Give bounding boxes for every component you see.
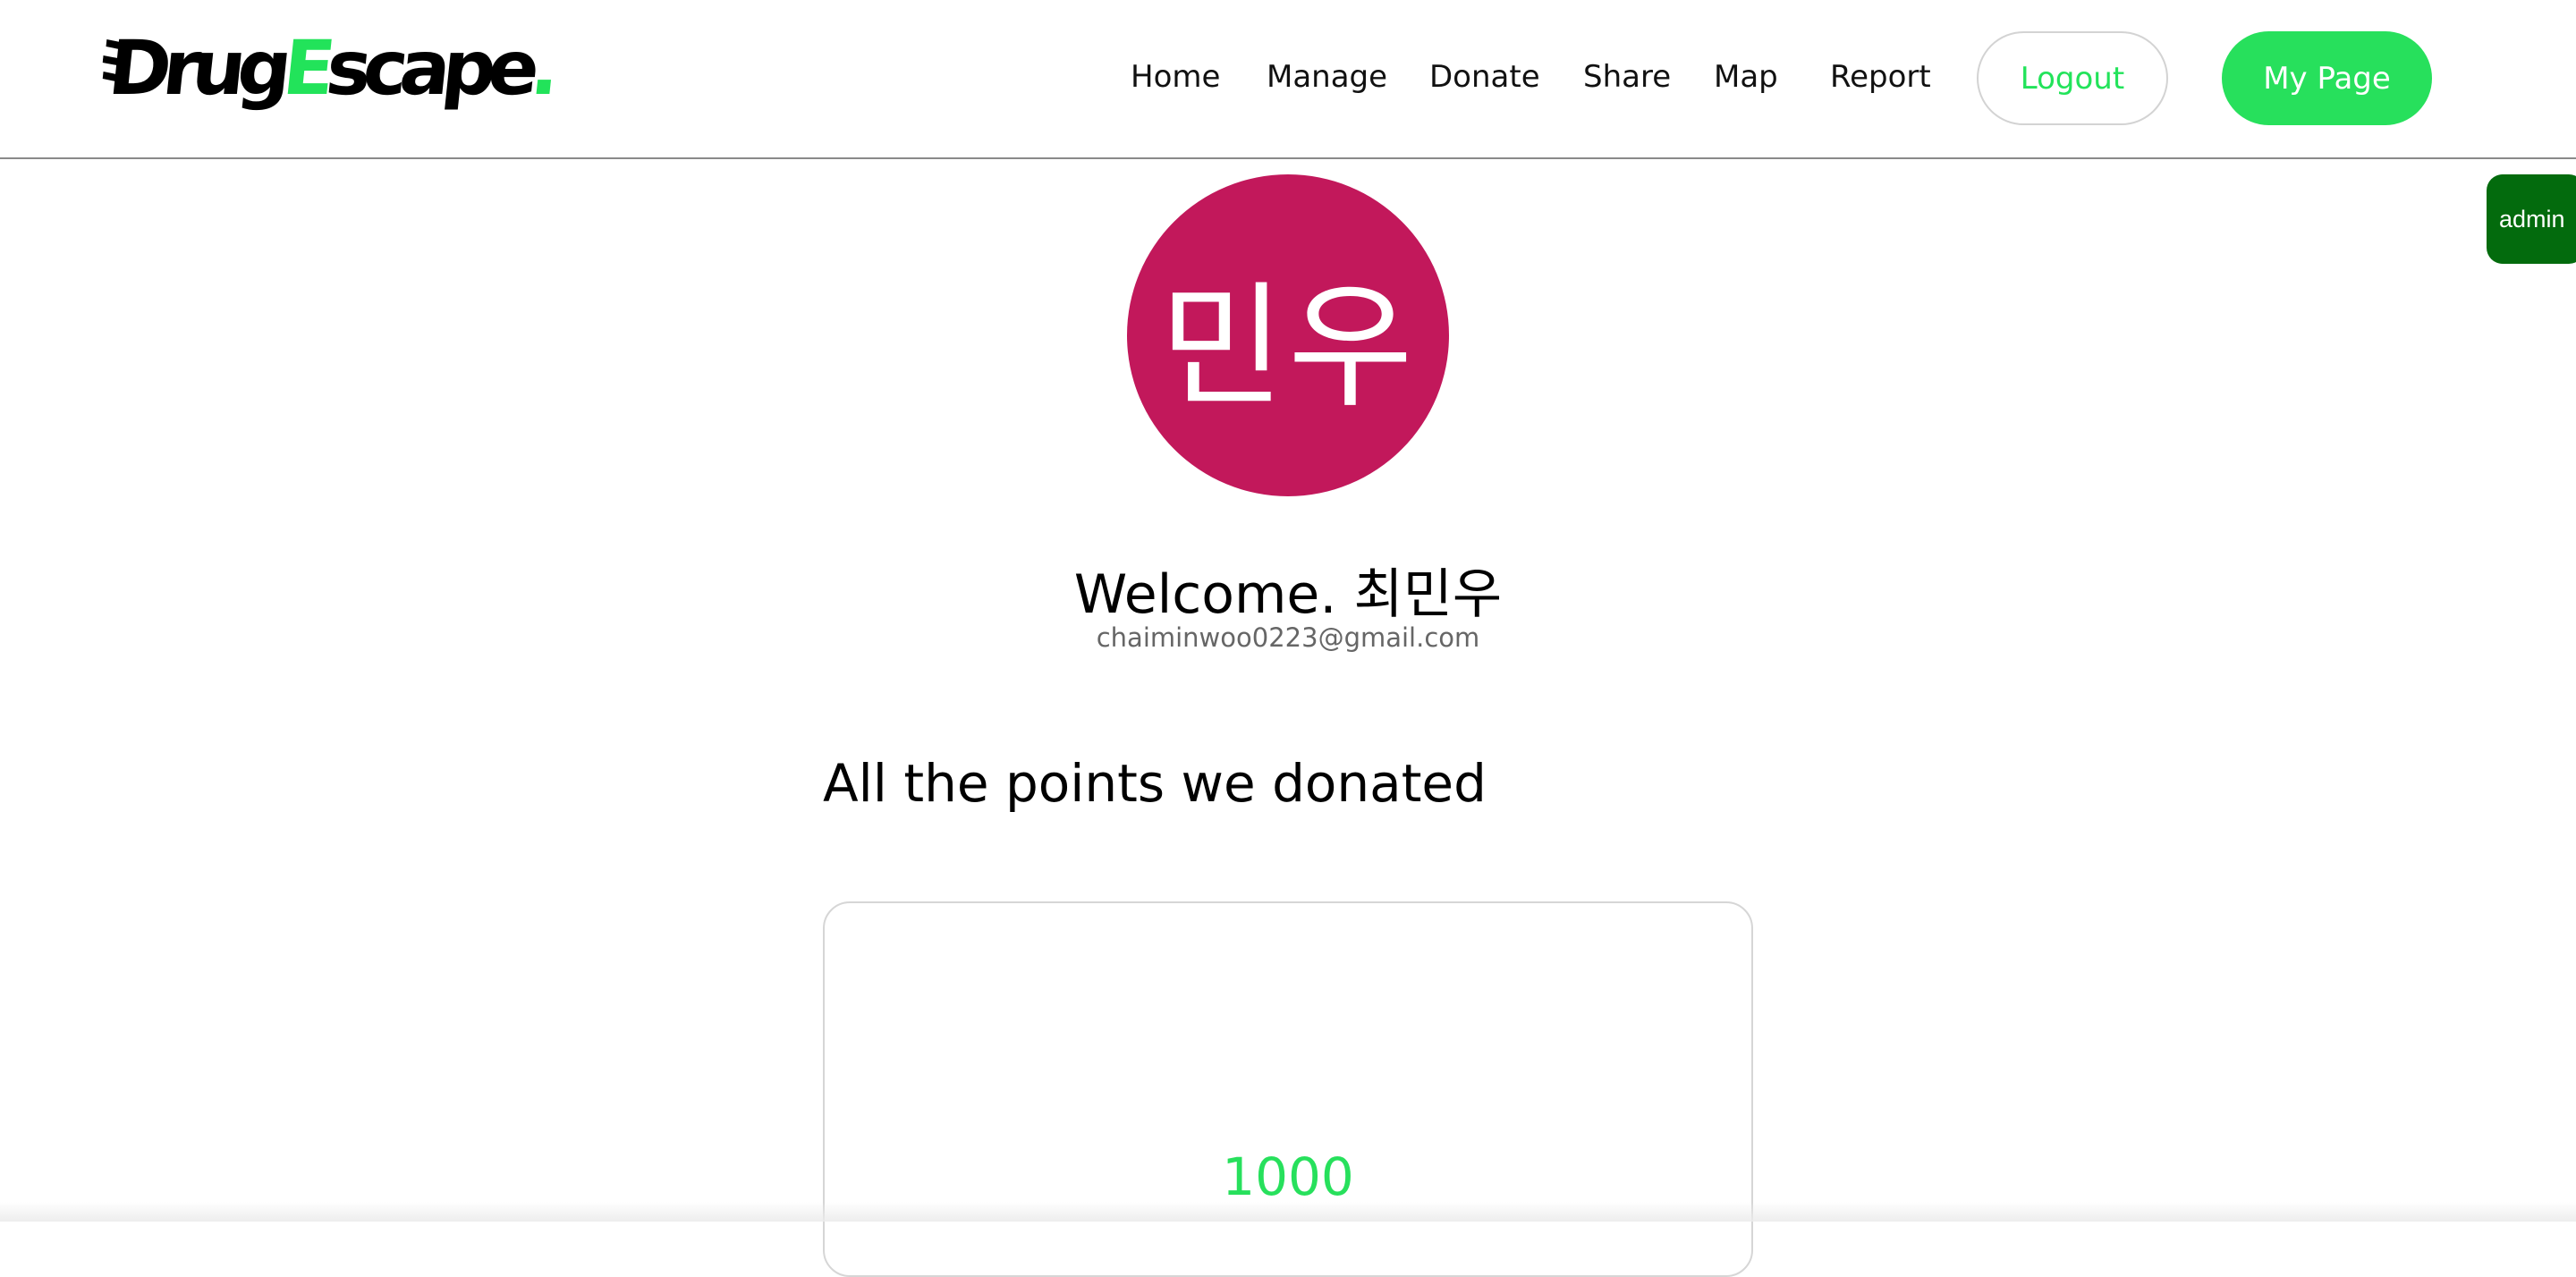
- site-header: Drug Escape. Home Manage Donate Share Map…: [0, 0, 2576, 159]
- logout-button[interactable]: Logout: [1977, 31, 2168, 125]
- donated-points-value: 1000: [1222, 1146, 1354, 1207]
- user-email: chaiminwoo0223@gmail.com: [1096, 622, 1480, 653]
- nav-donate-link[interactable]: Donate: [1429, 59, 1540, 95]
- donated-points-title: All the points we donated: [823, 753, 1487, 814]
- avatar: 민우: [1127, 174, 1449, 496]
- donated-points-card: 1000: [823, 901, 1753, 1277]
- nav-share-link[interactable]: Share: [1583, 59, 1671, 95]
- welcome-heading: Welcome. 최민우: [1073, 563, 1503, 626]
- nav-report-link[interactable]: Report: [1830, 59, 1931, 95]
- nav-map-link[interactable]: Map: [1714, 59, 1778, 95]
- drugescape-logo[interactable]: Drug Escape.: [102, 14, 558, 122]
- logo-text-drug: Drug: [104, 24, 289, 112]
- nav-home-link[interactable]: Home: [1131, 59, 1220, 95]
- nav-manage-link[interactable]: Manage: [1267, 59, 1387, 95]
- admin-tab-label: admin: [2499, 205, 2565, 233]
- admin-tab-button[interactable]: admin: [2487, 174, 2576, 264]
- my-page-button[interactable]: My Page: [2222, 31, 2432, 125]
- avatar-initials: 민우: [1159, 268, 1417, 427]
- logo-text-scape: scape: [322, 24, 537, 112]
